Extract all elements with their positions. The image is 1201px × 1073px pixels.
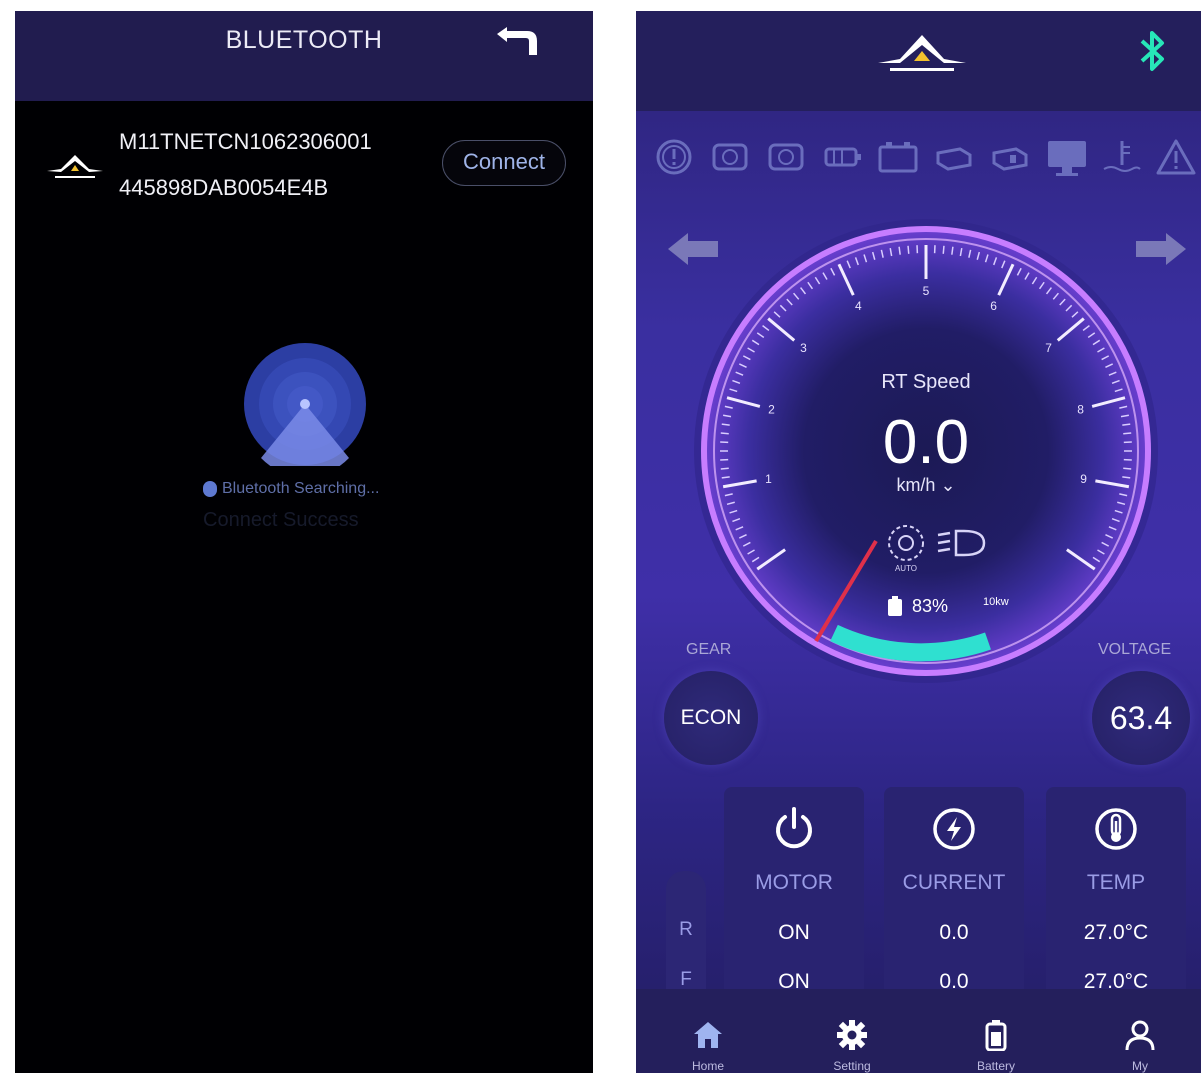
nav-battery-label: Battery <box>976 1059 1015 1073</box>
nav-my-label: My <box>1132 1059 1148 1073</box>
current-value-r: 0.0 <box>939 921 969 944</box>
dial-tick-label: 5 <box>923 284 930 298</box>
warning-indicators <box>636 135 1201 183</box>
dial-minor-tick <box>907 245 910 254</box>
coolant-indicator-icon <box>1103 141 1141 172</box>
battery-module-indicator-icon <box>992 147 1028 171</box>
back-icon[interactable] <box>493 25 541 57</box>
speed-unit: km/h <box>896 475 936 495</box>
device-name: M11TNETCN1062306001 <box>119 129 372 154</box>
lightning-icon <box>933 808 975 850</box>
dashboard-screen: 123456789 RT Speed 0.0 km/h ⌄ AUTO 83% 1… <box>636 11 1201 1073</box>
voltage-label: VOLTAGE <box>1098 641 1172 658</box>
speed-label: RT Speed <box>881 371 971 393</box>
brand-logo-icon <box>878 35 966 71</box>
device-mac: 445898DAB0054E4B <box>119 175 329 200</box>
display-indicator-icon <box>1048 141 1086 176</box>
dial-tick-label: 4 <box>855 299 862 313</box>
nav-my[interactable]: My <box>1080 989 1200 1073</box>
controller-indicator-icon <box>824 147 861 167</box>
rear-motor-indicator-icon <box>768 143 804 171</box>
dashboard-header <box>636 11 1201 111</box>
warning-triangle-icon <box>1156 139 1196 175</box>
battery-warning-indicator-icon <box>878 142 918 173</box>
speed-unit-selector[interactable]: km/h ⌄ <box>636 475 1201 496</box>
gear-label: GEAR <box>686 641 732 658</box>
motor-value-r: ON <box>778 921 810 944</box>
dial-minor-tick <box>898 246 901 255</box>
battery-icon <box>985 1020 1007 1051</box>
bluetooth-icon[interactable] <box>1136 29 1168 73</box>
temp-label: TEMP <box>1086 871 1146 894</box>
bluetooth-small-icon <box>203 481 217 497</box>
front-motor-indicator-icon <box>712 143 748 171</box>
gear-icon <box>837 1020 867 1050</box>
nav-home-label: Home <box>691 1059 724 1073</box>
voltage-value: 63.4 <box>1092 671 1190 765</box>
auto-mode-icon: AUTO <box>888 525 924 573</box>
connect-success-text: Connect Success <box>203 509 359 531</box>
headlight-icon <box>937 529 986 557</box>
battery-small-icon <box>888 596 902 616</box>
gear-button[interactable]: ECON <box>664 671 758 765</box>
home-icon <box>694 1022 722 1048</box>
chevron-down-icon: ⌄ <box>940 475 956 495</box>
bluetooth-screen: BLUETOOTH M11TNETCN1062306001 445898DAB0… <box>15 11 593 1073</box>
auto-headlight-icons: AUTO <box>888 525 986 573</box>
dial-minor-tick <box>942 245 945 254</box>
dial-minor-tick <box>951 246 954 255</box>
front-label: F <box>680 969 692 990</box>
power-label: 10kw <box>983 596 1009 608</box>
battery-percent: 83% <box>912 595 949 616</box>
bluetooth-header: BLUETOOTH <box>15 11 593 101</box>
nav-home[interactable]: Home <box>648 989 768 1073</box>
battery-pack-indicator-icon <box>936 147 972 171</box>
nav-setting[interactable]: Setting <box>792 989 912 1073</box>
temp-value-r: 27.0°C <box>1083 921 1149 944</box>
searching-text: Bluetooth Searching... <box>222 480 380 497</box>
searching-status: Bluetooth Searching... <box>203 478 379 500</box>
speed-value: 0.0 <box>882 408 970 477</box>
motor-label: MOTOR <box>755 871 833 894</box>
auto-label: AUTO <box>895 564 917 573</box>
power-icon <box>776 807 812 849</box>
battery-level: 83% <box>888 595 948 617</box>
bluetooth-radar-icon <box>244 343 366 466</box>
connect-button[interactable]: Connect <box>442 140 566 186</box>
rear-label: R <box>679 919 693 940</box>
dial-tick-label: 7 <box>1045 341 1052 355</box>
nav-setting-label: Setting <box>833 1059 871 1073</box>
alert-indicator-icon <box>656 139 692 175</box>
bottom-nav: Home Setting Battery My <box>636 989 1201 1073</box>
dial-tick-label: 3 <box>800 341 807 355</box>
brand-logo-icon <box>47 155 103 178</box>
thermometer-icon <box>1095 808 1137 850</box>
current-label: CURRENT <box>902 871 1006 894</box>
nav-battery[interactable]: Battery <box>936 989 1056 1073</box>
dial-tick-label: 6 <box>990 299 997 313</box>
user-icon <box>1125 1020 1155 1051</box>
